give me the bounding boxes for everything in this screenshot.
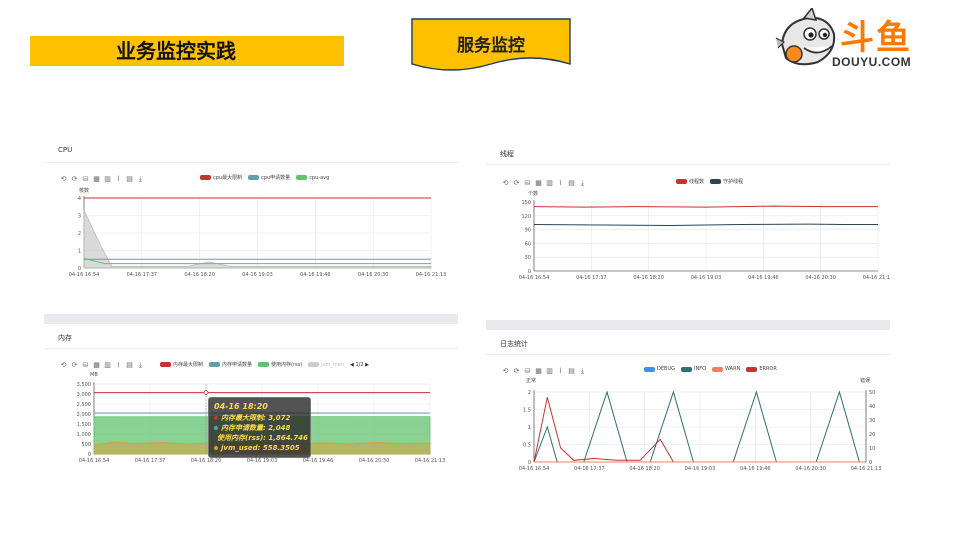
x-tick-label: 04-16 19:46 xyxy=(300,272,331,278)
tooltip-dot xyxy=(214,426,218,430)
x-tick-label: 04-16 19:46 xyxy=(740,466,771,472)
tooltip-dot xyxy=(214,446,218,450)
x-tick-label: 04-16 21:13 xyxy=(851,466,882,472)
tooltip-dot xyxy=(214,416,218,420)
x-tick-label: 04-16 18:20 xyxy=(633,275,664,281)
x-tick-label: 04-16 19:03 xyxy=(247,458,278,464)
y-tick-label: 150 xyxy=(521,200,531,206)
y-tick-label: 1.5 xyxy=(523,408,531,414)
y-tick-label: 3,500 xyxy=(77,382,91,388)
x-tick-label: 04-16 18:20 xyxy=(629,466,660,472)
x-tick-label: 04-16 17:37 xyxy=(576,275,607,281)
cpu-panel: CPU ⟲ ⟳ ⛁ ▦ ▥ ⌇ ▤ ⤓ cpu最大限制 cpu申请数量 cpu-avg 核数 01… xyxy=(44,140,458,290)
tooltip-value: 使用内存(rss): 1,864.746 xyxy=(217,434,308,442)
x-tick-label: 04-16 17:37 xyxy=(574,466,605,472)
y2-tick-label: 10 xyxy=(869,446,875,452)
tooltip-row: 内存申请数量: 2,048 xyxy=(214,423,305,433)
threads-chart: 030609012015004-16 16:54 04-16 17:37 04-16… xyxy=(519,200,890,281)
y-tick-label: 2,000 xyxy=(77,412,91,418)
y-tick-label: 1,000 xyxy=(77,432,91,438)
brand-name: 斗鱼 xyxy=(840,18,912,58)
cpu-chart: 0123404-16 16:54 04-16 17:37 04-16 18:20 04… xyxy=(69,196,447,278)
x-tick-label: 04-16 19:46 xyxy=(303,458,334,464)
threads-panel: 线程 ⟲ ⟳ ⛁ ▦ ▥ ⌇ ▤ ⤓ 线程数 守护线程 个数 0 30 60 90 120 150 04-1… xyxy=(486,140,890,290)
x-tick-label: 04-16 18:20 xyxy=(191,458,222,464)
y-tick-label: 1 xyxy=(78,249,81,255)
y-tick-label: 0.5 xyxy=(523,443,531,449)
x-tick-label: 04-16 17:37 xyxy=(135,458,166,464)
tooltip-title: 04-16 18:20 xyxy=(214,402,268,411)
y-tick-label: 1 xyxy=(528,425,531,431)
tooltip-value: 内存最大限制: 3,072 xyxy=(221,414,291,422)
douyu-logo: 斗鱼 DOUYU.COM xyxy=(774,8,934,72)
y-tick-label: 4 xyxy=(78,196,81,202)
x-tick-label: 04-16 17:37 xyxy=(127,272,158,278)
x-tick-label: 04-16 20:30 xyxy=(359,458,390,464)
x-tick-label: 04-16 20:30 xyxy=(358,272,389,278)
x-tick-label: 04-16 21:13 xyxy=(863,275,890,281)
x-tick-label: 04-16 16:54 xyxy=(79,458,110,464)
tooltip-value: jvm_used: 558.3505 xyxy=(221,444,300,452)
x-tick-label: 04-16 18:20 xyxy=(184,272,215,278)
y2-tick-label: 20 xyxy=(869,432,875,438)
x-tick-label: 04-16 21:13 xyxy=(416,272,447,278)
y2-tick-label: 30 xyxy=(869,418,875,424)
x-tick-label: 04-16 19:03 xyxy=(242,272,273,278)
y-tick-label: 1,500 xyxy=(77,422,91,428)
y-tick-label: 3 xyxy=(78,214,81,220)
tooltip-row: 使用内存(rss): 1,864.746 xyxy=(214,433,308,443)
tooltip-value: 内存申请数量: 2,048 xyxy=(221,424,291,432)
banner-tab: 服务监控 xyxy=(411,18,571,74)
x-tick-label: 04-16 16:54 xyxy=(69,272,100,278)
x-tick-label: 04-16 20:30 xyxy=(795,466,826,472)
section-divider xyxy=(44,314,458,324)
x-tick-label: 04-16 19:46 xyxy=(748,275,779,281)
section-divider xyxy=(486,320,890,330)
chart-tooltip: 04-16 18:20 内存最大限制: 3,072 内存申请数量: 2,048 使用… xyxy=(208,397,311,458)
y-tick-label: 2 xyxy=(78,231,81,237)
logs-chart: 0 0.5 1 1.5 2 04-16 16:54 04-16 17:37 04-16 18:… xyxy=(519,390,882,472)
y-tick-label: 2,500 xyxy=(77,402,91,408)
x-tick-label: 04-16 20:30 xyxy=(805,275,836,281)
hover-point xyxy=(203,390,209,395)
logs-panel: 日志统计 ⟲ ⟳ ⛁ ▦ ▥ ⌇ ▤ ⤓ DEBUG INFO WARN ERROR 正常 错误 0… xyxy=(486,330,890,474)
y-tick-label: 30 xyxy=(525,255,531,261)
x-tick-label: 04-16 19:03 xyxy=(691,275,722,281)
brand-domain: DOUYU.COM xyxy=(832,55,912,69)
y-tick-label: 90 xyxy=(525,228,531,234)
tooltip-row: 内存最大限制: 3,072 xyxy=(214,413,305,423)
y2-tick-label: 50 xyxy=(869,390,875,396)
y-tick-label: 3,000 xyxy=(77,392,91,398)
y-tick-label: 500 xyxy=(81,442,91,448)
banner-label: 服务监控 xyxy=(457,36,525,56)
y-tick-label: 120 xyxy=(521,214,531,220)
y2-tick-label: 40 xyxy=(869,404,875,410)
y-tick-label: 2 xyxy=(528,390,531,396)
x-tick-label: 04-16 16:54 xyxy=(519,275,550,281)
y-tick-label: 60 xyxy=(525,241,531,247)
y2-tick-label: 0 xyxy=(869,460,872,466)
tooltip-row: jvm_used: 558.3505 xyxy=(214,443,305,453)
x-tick-label: 04-16 16:54 xyxy=(519,466,550,472)
shark-mascot-icon xyxy=(775,8,836,66)
x-tick-label: 04-16 19:03 xyxy=(685,466,716,472)
x-tick-label: 04-16 21:13 xyxy=(415,458,446,464)
slide-title: 业务监控实践 xyxy=(30,36,344,66)
